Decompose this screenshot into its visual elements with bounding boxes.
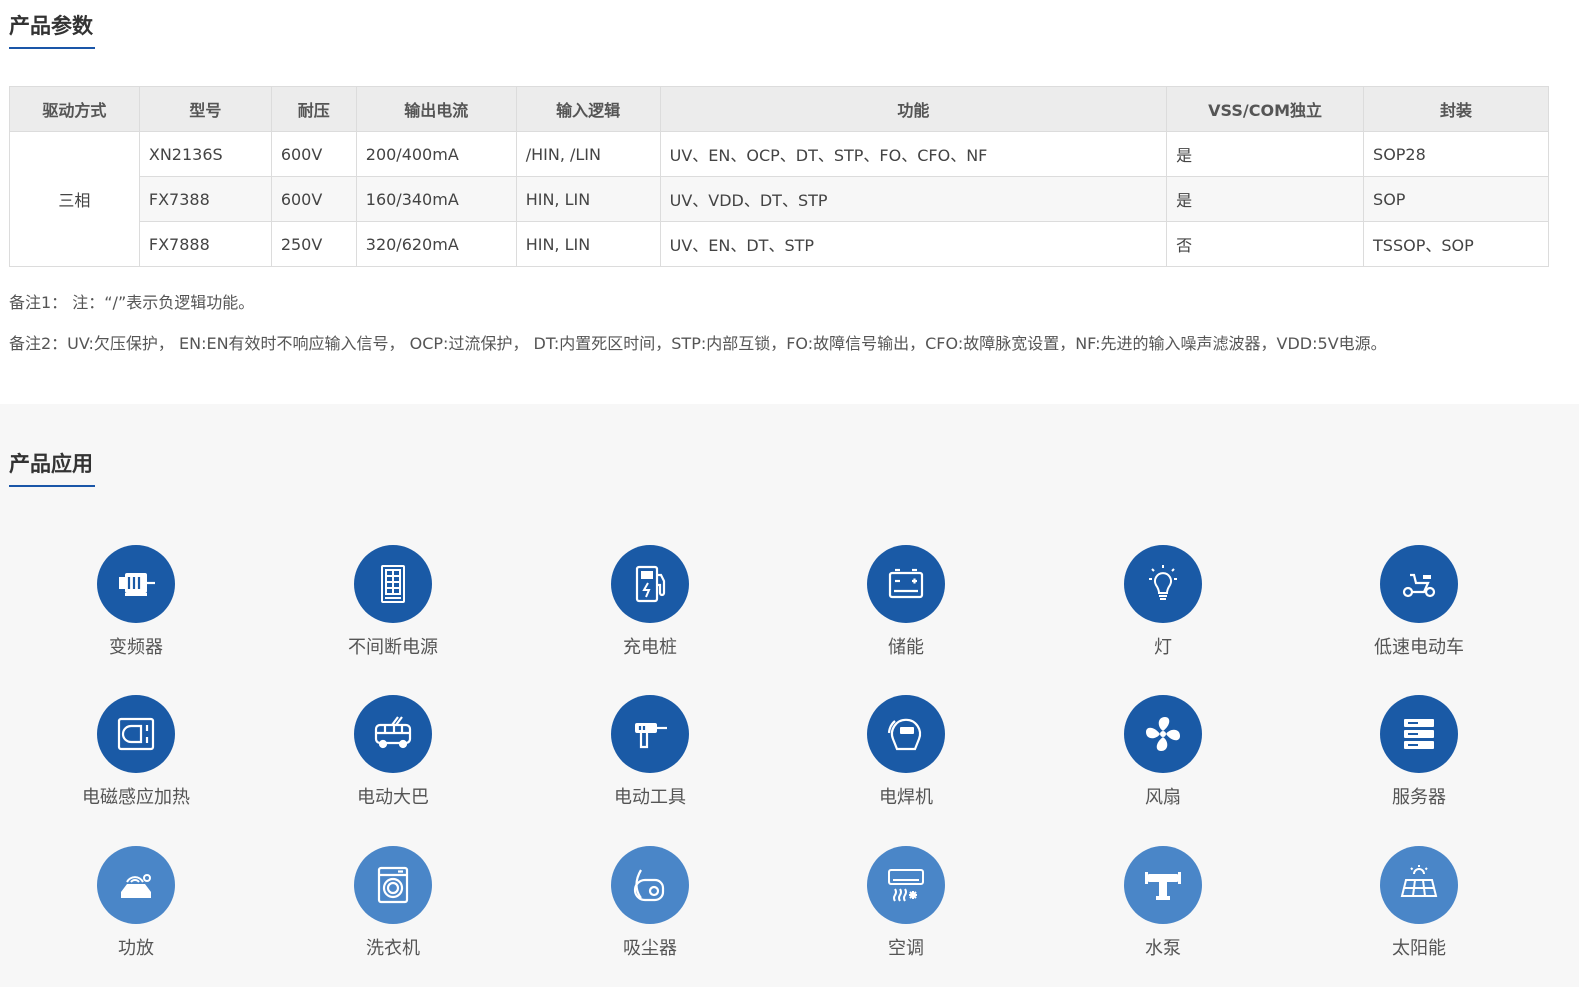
header-drive: 驱动方式	[9, 86, 140, 132]
app-label: 储能	[888, 637, 924, 658]
cell-voltage: 600V	[270, 131, 357, 177]
cell-voltage: 250V	[270, 221, 357, 267]
app-item-inverter[interactable]: 变频器	[56, 545, 216, 665]
app-item-water-pump[interactable]: 水泵	[1083, 846, 1243, 966]
app-label: 功放	[118, 938, 154, 959]
cell-vss-com: 是	[1166, 176, 1365, 222]
app-label: 充电桩	[623, 637, 677, 658]
app-label: 不间断电源	[348, 637, 438, 658]
cell-voltage: 600V	[270, 176, 357, 222]
app-label: 电磁感应加热	[82, 787, 190, 808]
cell-model: FX7388	[138, 176, 272, 222]
params-table: 驱动方式 型号 耐压 输出电流 输入逻辑 功能 VSS/COM独立 封装 三相 …	[9, 86, 1549, 267]
air-conditioner-icon	[867, 846, 945, 924]
app-label: 太阳能	[1392, 938, 1446, 959]
cell-input-logic: HIN, LIN	[515, 176, 661, 222]
cell-output-current: 160/340mA	[355, 176, 517, 222]
cell-output-current: 200/400mA	[355, 131, 517, 177]
app-item-low-speed-ev[interactable]: 低速电动车	[1339, 545, 1499, 665]
app-label: 洗衣机	[366, 938, 420, 959]
light-bulb-icon	[1124, 545, 1202, 623]
welding-mask-icon	[867, 695, 945, 773]
table-row: 三相 XN2136S 600V 200/400mA /HIN, /LIN UV、…	[9, 131, 1549, 267]
header-input-logic: 输入逻辑	[515, 86, 661, 132]
ups-cabinet-icon	[354, 545, 432, 623]
app-label: 灯	[1154, 637, 1172, 658]
title-underline	[9, 47, 95, 49]
cell-function: UV、EN、OCP、DT、STP、FO、CFO、NF	[659, 131, 1168, 177]
header-voltage: 耐压	[270, 86, 357, 132]
table-header-row: 驱动方式 型号 耐压 输出电流 输入逻辑 功能 VSS/COM独立 封装	[9, 86, 1549, 132]
app-item-ups[interactable]: 不间断电源	[313, 545, 473, 665]
app-label: 变频器	[109, 637, 163, 658]
apps-title-text: 产品应用	[9, 452, 93, 476]
header-package: 封装	[1363, 86, 1549, 132]
app-label: 电动工具	[614, 787, 686, 808]
params-section-title: 产品参数	[9, 10, 95, 49]
app-item-welder[interactable]: 电焊机	[826, 695, 986, 815]
app-item-air-conditioner[interactable]: 空调	[826, 846, 986, 966]
server-icon	[1380, 695, 1458, 773]
drive-cell: 三相	[9, 131, 140, 267]
apps-section-title: 产品应用	[9, 448, 95, 487]
cell-function: UV、VDD、DT、STP	[659, 176, 1168, 222]
cell-vss-com: 是	[1166, 131, 1365, 177]
app-item-washing-machine[interactable]: 洗衣机	[313, 846, 473, 966]
header-function: 功能	[659, 86, 1168, 132]
app-label: 电动大巴	[357, 787, 429, 808]
cell-input-logic: HIN, LIN	[515, 221, 661, 267]
app-label: 低速电动车	[1374, 637, 1464, 658]
cell-package: SOP	[1363, 176, 1549, 222]
fan-icon	[1124, 695, 1202, 773]
header-vss-com: VSS/COM独立	[1166, 86, 1365, 132]
drill-icon	[611, 695, 689, 773]
cell-model: FX7888	[138, 221, 272, 267]
note-1: 备注1： 注：“/”表示负逻辑功能。	[9, 293, 255, 312]
cell-function: UV、EN、DT、STP	[659, 221, 1168, 267]
cell-vss-com: 否	[1166, 221, 1365, 267]
solar-panel-icon	[1380, 846, 1458, 924]
app-item-vacuum-cleaner[interactable]: 吸尘器	[570, 846, 730, 966]
app-label: 吸尘器	[623, 938, 677, 959]
amplifier-icon	[97, 846, 175, 924]
app-item-fan[interactable]: 风扇	[1083, 695, 1243, 815]
bus-icon	[354, 695, 432, 773]
battery-icon	[867, 545, 945, 623]
app-item-solar[interactable]: 太阳能	[1339, 846, 1499, 966]
table-row: FX7388 600V 160/340mA HIN, LIN UV、VDD、DT…	[10, 176, 1549, 222]
charging-pile-icon	[611, 545, 689, 623]
cell-input-logic: /HIN, /LIN	[515, 131, 661, 177]
table-row: FX7888 250V 320/620mA HIN, LIN UV、EN、DT、…	[10, 221, 1549, 267]
app-item-server[interactable]: 服务器	[1339, 695, 1499, 815]
title-underline	[9, 485, 95, 487]
app-item-power-tools[interactable]: 电动工具	[570, 695, 730, 815]
cell-output-current: 320/620mA	[355, 221, 517, 267]
app-item-light[interactable]: 灯	[1083, 545, 1243, 665]
header-output-current: 输出电流	[355, 86, 517, 132]
vacuum-cleaner-icon	[611, 846, 689, 924]
app-label: 空调	[888, 938, 924, 959]
washing-machine-icon	[354, 846, 432, 924]
note-2: 备注2：UV:欠压保护， EN:EN有效时不响应输入信号， OCP:过流保护， …	[9, 334, 1387, 353]
applications-section: 产品应用 变频器 不间断电源 充电桩 储能 灯 低速电动车 电磁感应加热 电动大…	[0, 404, 1579, 987]
app-item-energy-storage[interactable]: 储能	[826, 545, 986, 665]
water-pump-icon	[1124, 846, 1202, 924]
app-item-charging-pile[interactable]: 充电桩	[570, 545, 730, 665]
app-label: 水泵	[1145, 938, 1181, 959]
app-item-induction-heating[interactable]: 电磁感应加热	[56, 695, 216, 815]
app-label: 风扇	[1145, 787, 1181, 808]
scooter-icon	[1380, 545, 1458, 623]
app-item-amplifier[interactable]: 功放	[56, 846, 216, 966]
induction-cooker-icon	[97, 695, 175, 773]
header-model: 型号	[138, 86, 272, 132]
params-title-text: 产品参数	[9, 14, 93, 38]
app-label: 电焊机	[879, 787, 933, 808]
cell-package: SOP28	[1363, 131, 1549, 177]
app-item-electric-bus[interactable]: 电动大巴	[313, 695, 473, 815]
app-label: 服务器	[1392, 787, 1446, 808]
cell-package: TSSOP、SOP	[1363, 221, 1549, 267]
motor-icon	[97, 545, 175, 623]
cell-model: XN2136S	[138, 131, 272, 177]
